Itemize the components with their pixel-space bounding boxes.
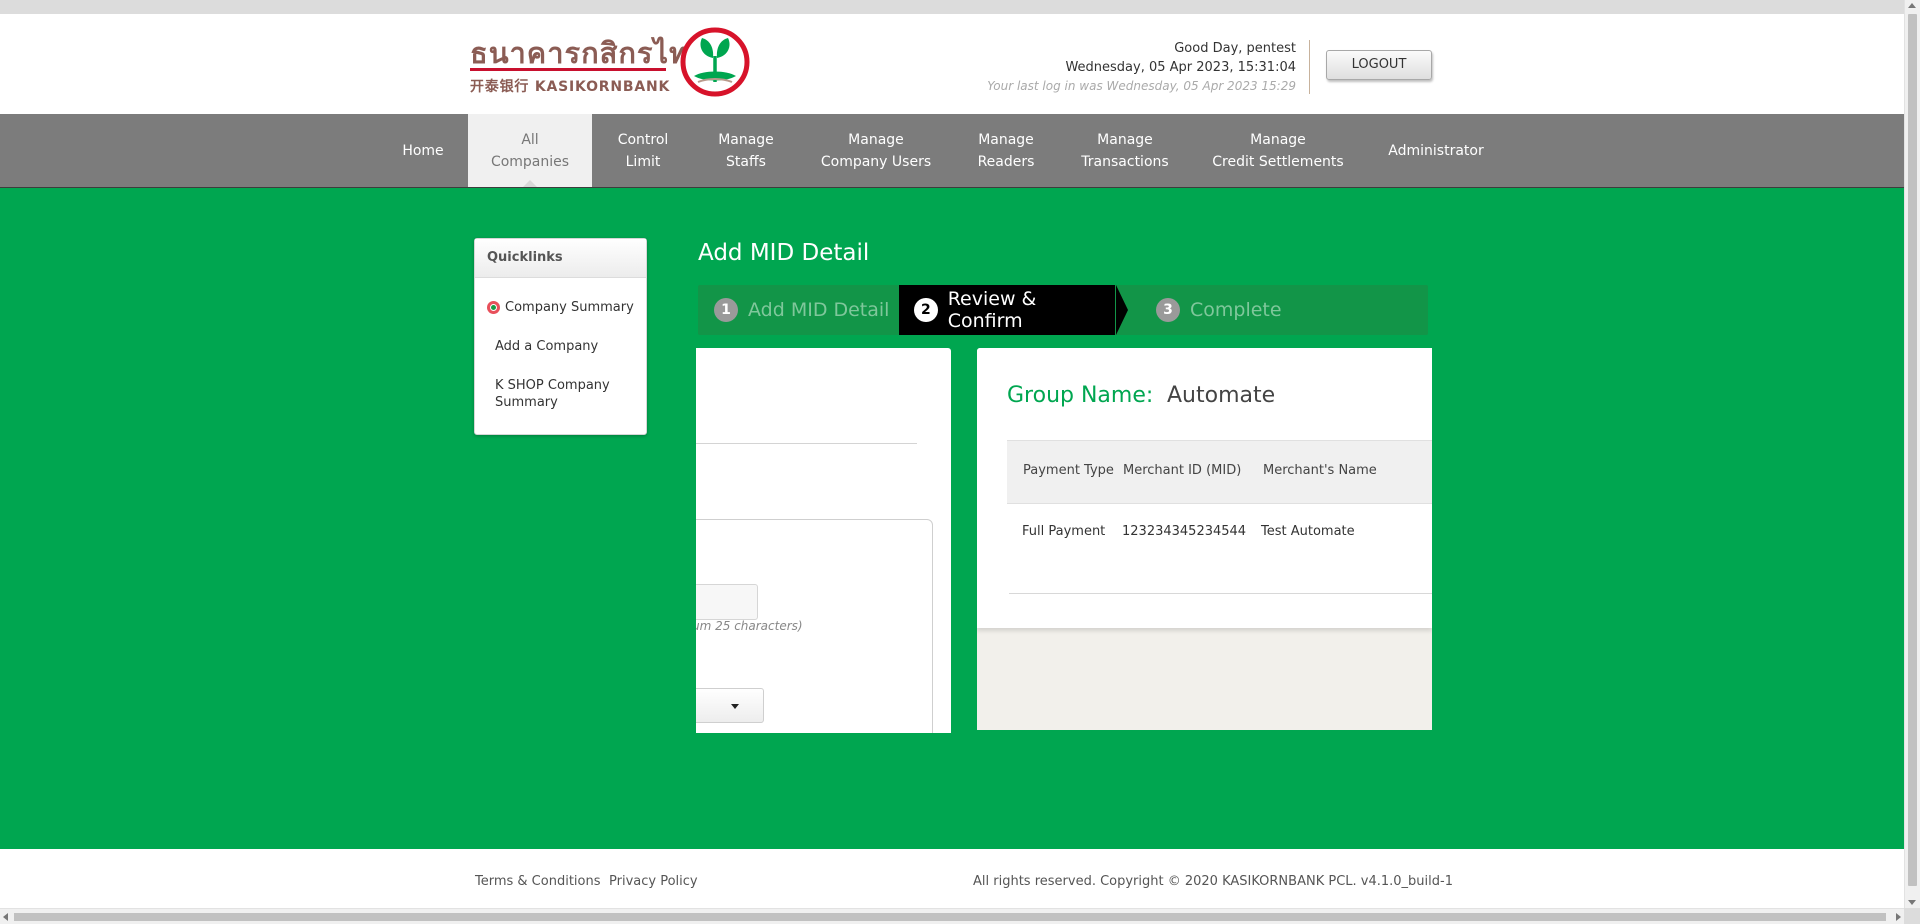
wizard-stepper: 1 Add MID Detail 2 Review & Confirm 3 Co…: [698, 285, 1428, 335]
privacy-link[interactable]: Privacy Policy: [609, 874, 698, 889]
scroll-right-icon[interactable]: [1896, 913, 1901, 921]
step-complete: 3 Complete: [1156, 285, 1282, 335]
nav-item-manage-credit-settlements[interactable]: Manage Credit Settlements: [1192, 114, 1364, 187]
scroll-down-icon[interactable]: [1908, 900, 1916, 905]
step-review-confirm: 2 Review & Confirm: [899, 285, 1115, 335]
horizontal-scroll-thumb[interactable]: [14, 913, 1886, 921]
nav-item-manage-staffs[interactable]: Manage Staffs: [694, 114, 798, 187]
vertical-scrollbar[interactable]: [1904, 0, 1920, 908]
page-title: Add MID Detail: [698, 240, 870, 266]
step-label: Review & Confirm: [947, 288, 1037, 332]
review-panel: Group Name: Automate Payment Type Mercha…: [977, 348, 1432, 730]
step-number: 3: [1156, 298, 1180, 322]
kbank-emblem-icon: [680, 27, 750, 97]
quicklink-add-company[interactable]: Add a Company: [495, 338, 598, 355]
quicklink-kshop-company-summary[interactable]: K SHOP Company Summary: [495, 377, 625, 411]
column-header-payment-type: Payment Type: [1023, 463, 1114, 478]
header-divider: [1309, 40, 1310, 94]
column-header-merchant-name: Merchant's Name: [1263, 463, 1377, 478]
main-content: Quicklinks Company Summary Add a Company…: [0, 188, 1904, 849]
copyright-text: All rights reserved. Copyright © 2020 KA…: [973, 874, 1453, 889]
quicklink-company-summary[interactable]: Company Summary: [505, 299, 634, 316]
logo-underline: [470, 68, 666, 71]
scroll-up-icon[interactable]: [1908, 3, 1916, 8]
cell-merchant-id: 123234345234544: [1122, 524, 1247, 539]
cell-merchant-name: Test Automate: [1261, 524, 1355, 539]
step-add-mid-detail: 1 Add MID Detail: [714, 285, 889, 335]
last-login-text: Your last log in was Wednesday, 05 Apr 2…: [987, 79, 1296, 93]
form-divider: [696, 443, 917, 444]
group-name-label: Group Name:: [1007, 383, 1154, 408]
column-header-merchant-id: Merchant ID (MID): [1123, 463, 1242, 478]
cell-payment-type: Full Payment: [1022, 524, 1106, 539]
nav-item-control-limit[interactable]: Control Limit: [594, 114, 692, 187]
payment-type-select[interactable]: [696, 688, 764, 723]
user-greeting: Good Day, pentest Wednesday, 05 Apr 2023…: [987, 39, 1296, 96]
logout-button[interactable]: LOGOUT: [1326, 50, 1432, 80]
logo-english-text: 开泰银行 KASIKORNBANK: [470, 79, 671, 95]
mid-form-panel: um 25 characters): [696, 348, 951, 733]
quicklinks-title: Quicklinks: [475, 239, 646, 278]
table-header: Payment Type Merchant ID (MID) Merchant'…: [1007, 440, 1432, 504]
step-number: 1: [714, 298, 738, 322]
input-hint-text: um 25 characters): [696, 619, 803, 633]
browser-top-strip: [0, 0, 1920, 14]
main-nav: Home All Companies Control Limit Manage …: [0, 114, 1904, 188]
table-divider: [1009, 593, 1432, 594]
step-number: 2: [914, 298, 938, 322]
kbank-bullet-icon: [487, 301, 500, 314]
step-label: Complete: [1190, 299, 1282, 321]
horizontal-scrollbar[interactable]: [0, 908, 1904, 924]
nav-item-manage-transactions[interactable]: Manage Transactions: [1060, 114, 1190, 187]
current-datetime: Wednesday, 05 Apr 2023, 15:31:04: [1065, 60, 1296, 75]
chevron-down-icon: [731, 704, 739, 709]
footer: Terms & Conditions Privacy Policy All ri…: [0, 849, 1904, 908]
review-card: Group Name: Automate Payment Type Mercha…: [977, 348, 1432, 628]
nav-item-manage-company-users[interactable]: Manage Company Users: [800, 114, 952, 187]
mid-text-input[interactable]: [696, 584, 758, 620]
scroll-left-icon[interactable]: [3, 913, 8, 921]
header: ธนาคารกสิกรไทย 开泰银行 KASIKORNBANK Good Da…: [0, 14, 1904, 114]
kasikornbank-logo[interactable]: ธนาคารกสิกรไทย 开泰银行 KASIKORNBANK: [470, 26, 755, 106]
vertical-scroll-thumb[interactable]: [1908, 14, 1917, 886]
quicklinks-panel: Quicklinks Company Summary Add a Company…: [474, 238, 647, 435]
nav-item-all-companies[interactable]: All Companies: [468, 114, 592, 187]
group-name-value: Automate: [1167, 383, 1276, 408]
scrollbar-corner: [1904, 908, 1920, 924]
nav-item-manage-readers[interactable]: Manage Readers: [954, 114, 1058, 187]
terms-link[interactable]: Terms & Conditions: [475, 874, 601, 889]
step-label: Add MID Detail: [748, 299, 890, 321]
greeting-text: Good Day, pentest: [1174, 41, 1296, 56]
nav-item-administrator[interactable]: Administrator: [1366, 114, 1506, 187]
active-step-arrow: [1116, 285, 1128, 335]
nav-item-home[interactable]: Home: [380, 114, 466, 187]
